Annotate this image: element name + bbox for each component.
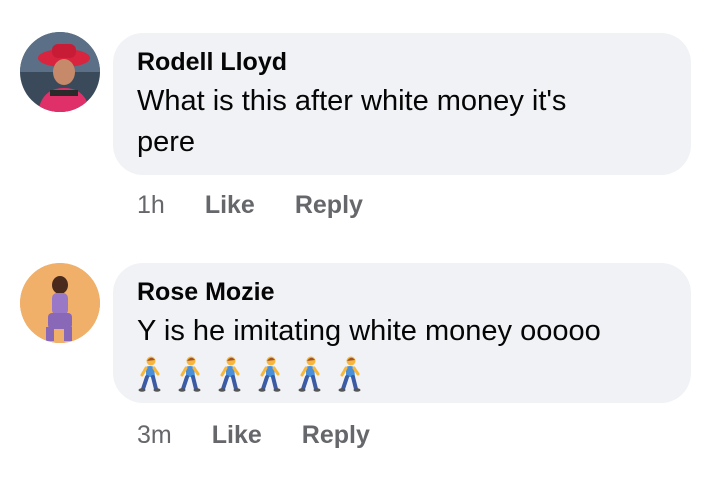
person-walking-emoji-icon <box>338 356 361 392</box>
avatar-photo-icon <box>20 32 100 112</box>
avatar[interactable] <box>20 263 100 343</box>
comment-bubble: Rodell Lloyd What is this after white mo… <box>113 33 691 175</box>
comment-text-line: pere <box>137 126 196 158</box>
emoji-row <box>137 354 667 394</box>
person-walking-emoji-icon <box>298 356 321 392</box>
person-walking-emoji-icon <box>218 356 241 392</box>
comment-actions: 3m Like Reply <box>137 419 410 451</box>
like-button[interactable]: Like <box>205 191 255 220</box>
comment-bubble: Rose Mozie Y is he imitating white money… <box>113 263 691 403</box>
person-walking-emoji-icon <box>138 356 161 392</box>
comment-text-line: Y is he imitating white money ooooo <box>137 315 601 347</box>
reply-button[interactable]: Reply <box>302 421 370 450</box>
comment-timestamp[interactable]: 3m <box>137 421 172 450</box>
comment-text-line: What is this after white money it's <box>137 85 567 117</box>
reply-button[interactable]: Reply <box>295 191 363 220</box>
comment-actions: 1h Like Reply <box>137 189 403 221</box>
like-button[interactable]: Like <box>212 421 262 450</box>
comment-timestamp[interactable]: 1h <box>137 191 165 220</box>
comment-text: What is this after white money it's pere <box>137 81 667 163</box>
person-walking-emoji-icon <box>178 356 201 392</box>
avatar-photo-icon <box>20 263 100 343</box>
comment-author[interactable]: Rodell Lloyd <box>137 47 667 77</box>
comment-author[interactable]: Rose Mozie <box>137 277 667 307</box>
comment-text: Y is he imitating white money ooooo <box>137 311 667 352</box>
avatar[interactable] <box>20 32 100 112</box>
person-walking-emoji-icon <box>258 356 281 392</box>
